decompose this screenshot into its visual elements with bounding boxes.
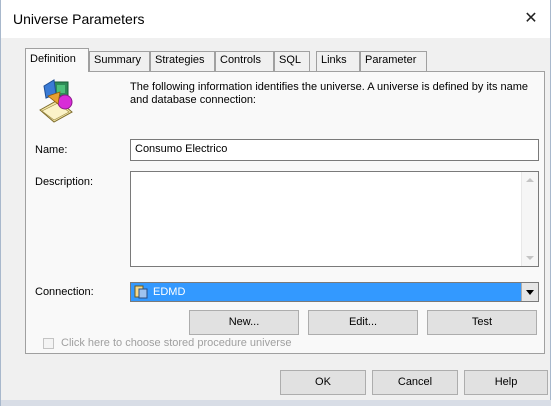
cancel-button[interactable]: Cancel (372, 370, 458, 395)
tab-summary[interactable]: Summary (89, 51, 150, 71)
close-icon[interactable]: ✕ (518, 6, 544, 32)
window-title: Universe Parameters (13, 11, 145, 27)
scroll-up-icon[interactable] (526, 178, 534, 182)
new-connection-button[interactable]: New... (189, 310, 299, 335)
edit-connection-button[interactable]: Edit... (308, 310, 418, 335)
description-scrollbar[interactable] (521, 172, 538, 266)
test-connection-button[interactable]: Test (427, 310, 537, 335)
connection-select[interactable]: EDMD (130, 282, 539, 302)
intro-text: The following information identifies the… (130, 81, 529, 106)
ok-button[interactable]: OK (280, 370, 366, 395)
name-label: Name: (35, 144, 68, 156)
bottom-edge (1, 400, 551, 406)
tab-parameter[interactable]: Parameter (360, 51, 427, 71)
description-field[interactable] (130, 171, 539, 267)
name-field[interactable]: Consumo Electrico (130, 139, 539, 161)
help-button[interactable]: Help (464, 370, 548, 395)
tab-strategies[interactable]: Strategies (150, 51, 215, 71)
tab-definition[interactable]: Definition (25, 48, 89, 72)
description-label: Description: (35, 176, 94, 188)
connection-icon (134, 285, 148, 299)
connection-label: Connection: (35, 286, 94, 298)
universe-icon (39, 79, 73, 123)
dropdown-arrow-icon[interactable] (521, 283, 538, 301)
connection-value: EDMD (153, 286, 186, 298)
stored-procedure-checkbox[interactable] (43, 338, 54, 349)
stored-procedure-label: Click here to choose stored procedure un… (61, 337, 292, 349)
title-bar: Universe Parameters ✕ (1, 0, 550, 38)
tab-sql[interactable]: SQL (274, 51, 310, 71)
tab-links[interactable]: Links (316, 51, 360, 71)
tab-strip: Definition Summary Strategies Controls S… (25, 48, 545, 72)
definition-panel: The following information identifies the… (25, 71, 545, 354)
tab-controls[interactable]: Controls (215, 51, 274, 71)
scroll-down-icon[interactable] (526, 256, 534, 260)
universe-parameters-dialog: Universe Parameters ✕ Definition Summary… (0, 0, 551, 406)
